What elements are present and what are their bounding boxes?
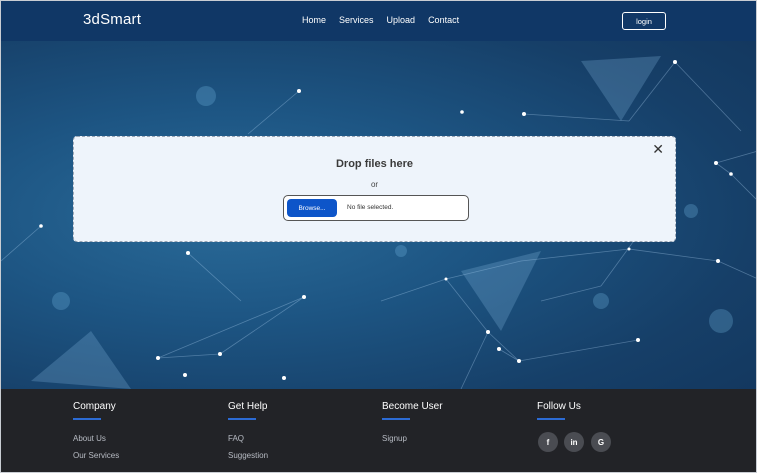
footer-heading-help: Get Help [228,401,268,412]
heading-underline [537,418,565,420]
footer-column-help: Get Help [228,401,267,420]
nav-link-upload[interactable]: Upload [387,15,416,25]
nav-link-contact[interactable]: Contact [428,15,459,25]
login-button[interactable]: login [622,12,666,30]
footer-column-follow-us: Follow Us [537,401,581,420]
heading-underline [228,418,256,420]
footer-heading-become-user: Become User [382,401,443,412]
file-input[interactable]: Browse... No file selected. [283,195,469,221]
footer-heading-company: Company [73,401,116,412]
heading-underline [382,418,410,420]
linkedin-icon[interactable]: in [564,432,584,452]
footer-link-our-services[interactable]: Our Services [73,451,119,460]
file-dropzone[interactable]: ✕ Drop files here or Browse... No file s… [73,136,676,242]
heading-underline [73,418,101,420]
facebook-icon[interactable]: f [538,432,558,452]
nav-link-home[interactable]: Home [302,15,326,25]
dropzone-or-text: or [370,180,379,189]
brand-logo[interactable]: 3dSmart [83,11,141,28]
footer-link-suggestion[interactable]: Suggestion [228,451,268,460]
footer-column-company: Company [73,401,116,420]
nav-links: Home Services Upload Contact [302,15,459,25]
nav-link-services[interactable]: Services [339,15,374,25]
footer: Company About Us Our Services Get Help F… [1,389,756,472]
google-icon[interactable]: G [591,432,611,452]
close-icon[interactable]: ✕ [652,142,664,156]
file-status-text: No file selected. [347,204,394,211]
footer-link-faq[interactable]: FAQ [228,434,244,443]
page: 3dSmart Home Services Upload Contact log… [0,0,757,473]
footer-link-signup[interactable]: Signup [382,434,407,443]
browse-button[interactable]: Browse... [287,199,337,217]
footer-column-become-user: Become User [382,401,443,420]
dropzone-title: Drop files here [335,158,414,170]
navbar: 3dSmart Home Services Upload Contact log… [1,1,756,41]
footer-link-about-us[interactable]: About Us [73,434,106,443]
footer-heading-follow-us: Follow Us [537,401,581,412]
